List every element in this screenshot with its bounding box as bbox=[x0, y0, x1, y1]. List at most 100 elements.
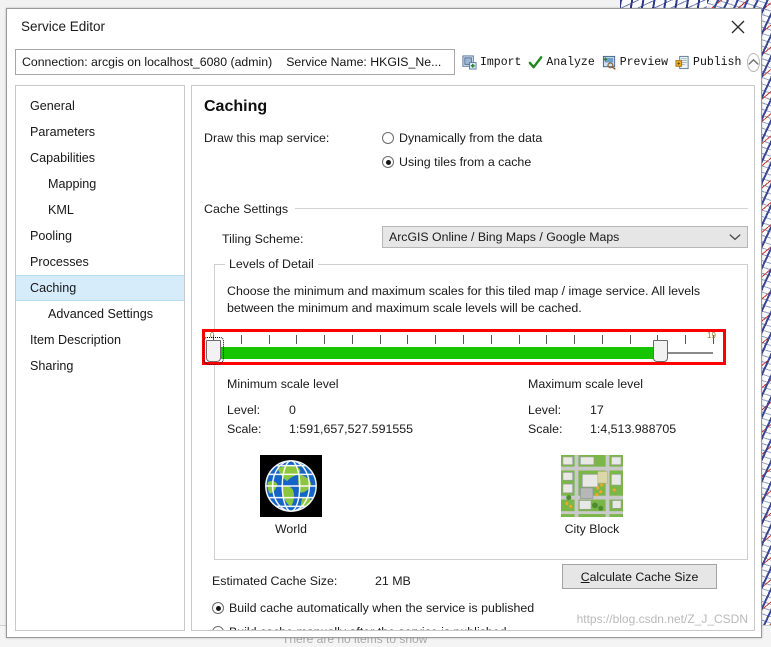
maximum-scale-value: 1:4,513.988705 bbox=[590, 421, 677, 436]
slider-tick bbox=[296, 335, 298, 344]
analyze-button[interactable]: Analyze bbox=[528, 55, 595, 70]
chevron-down-icon bbox=[729, 230, 741, 244]
minimum-level-key: Level: bbox=[227, 402, 261, 417]
calculate-button-mnemonic: C bbox=[580, 569, 590, 584]
slider-min-handle[interactable] bbox=[203, 337, 224, 365]
close-icon[interactable] bbox=[721, 13, 755, 41]
tiling-scheme-select[interactable]: ArcGIS Online / Bing Maps / Google Maps bbox=[382, 226, 748, 248]
sidebar-item-label: Parameters bbox=[30, 125, 96, 139]
sidebar-item-label: Caching bbox=[30, 281, 77, 295]
import-label: Import bbox=[480, 55, 522, 69]
city-block-thumbnail-caption: City Block bbox=[564, 522, 620, 536]
slider-tick bbox=[351, 335, 353, 344]
levels-of-detail-description: Choose the minimum and maximum scales fo… bbox=[227, 284, 701, 315]
minimum-level-value: 0 bbox=[289, 402, 296, 417]
levels-slider-highlight: 0 19 bbox=[202, 329, 726, 365]
world-thumbnail-cell: World bbox=[236, 455, 346, 536]
preview-label: Preview bbox=[619, 55, 669, 69]
levels-of-detail-legend: Levels of Detail bbox=[225, 257, 318, 271]
radio-indicator bbox=[382, 132, 394, 144]
radio-label: Build cache manually after the service i… bbox=[229, 625, 507, 630]
draw-service-options: Dynamically from the data Using tiles fr… bbox=[382, 128, 542, 176]
maximum-level-key: Level: bbox=[528, 402, 562, 417]
slider-tick bbox=[601, 335, 603, 344]
publish-button[interactable]: Publish bbox=[675, 55, 741, 70]
maximum-scale-key: Scale: bbox=[528, 421, 563, 436]
sidebar-item-capabilities[interactable]: Capabilities bbox=[16, 145, 184, 171]
radio-label: Using tiles from a cache bbox=[399, 155, 532, 169]
slider-tick bbox=[463, 335, 464, 344]
slider-ticks bbox=[205, 335, 723, 344]
radio-build-cache-manually[interactable]: Build cache manually after the service i… bbox=[212, 622, 534, 630]
globe-icon bbox=[260, 455, 322, 517]
sidebar-item-label: Mapping bbox=[48, 177, 97, 191]
estimated-cache-size-label: Estimated Cache Size: bbox=[212, 574, 338, 588]
slider-tick bbox=[324, 335, 326, 344]
sidebar-item-parameters[interactable]: Parameters bbox=[16, 119, 184, 145]
slider-tick bbox=[490, 335, 492, 344]
radio-build-cache-automatically[interactable]: Build cache automatically when the servi… bbox=[212, 598, 534, 618]
radio-indicator bbox=[212, 602, 224, 614]
minimum-scale-info: Minimum scale level Level: 0 Scale: 1:59… bbox=[227, 377, 413, 438]
minimum-scale-value: 1:591,657,527.591555 bbox=[289, 421, 414, 436]
sidebar-item-label: KML bbox=[48, 203, 74, 217]
radio-using-tiles-from-cache[interactable]: Using tiles from a cache bbox=[382, 152, 542, 172]
sidebar-item-label: Item Description bbox=[30, 333, 121, 347]
city-block-icon bbox=[561, 455, 623, 517]
caching-panel: Caching Draw this map service: Dynamical… bbox=[191, 85, 755, 631]
levels-of-detail-group: Levels of Detail Choose the minimum and … bbox=[202, 257, 748, 560]
calculate-button-label: alculate Cache Size bbox=[589, 569, 699, 584]
slider-max-handle[interactable] bbox=[653, 340, 669, 362]
import-icon bbox=[462, 54, 477, 70]
city-block-thumbnail-cell: City Block bbox=[537, 455, 647, 536]
sidebar-item-label: Sharing bbox=[30, 359, 74, 373]
checkmark-icon bbox=[529, 55, 543, 68]
connection-text: Connection: arcgis on localhost_6080 (ad… bbox=[22, 55, 273, 69]
chevron-up-icon[interactable] bbox=[747, 52, 761, 72]
sidebar-item-sharing[interactable]: Sharing bbox=[16, 353, 184, 379]
sidebar-item-processes[interactable]: Processes bbox=[16, 249, 184, 275]
settings-sidebar: General Parameters Capabilities Mapping … bbox=[15, 85, 185, 631]
sidebar-item-general[interactable]: General bbox=[16, 93, 184, 119]
cache-settings-divider bbox=[295, 208, 748, 209]
sidebar-item-pooling[interactable]: Pooling bbox=[16, 223, 184, 249]
sidebar-item-caching[interactable]: Caching bbox=[16, 275, 184, 301]
sidebar-item-label: Processes bbox=[30, 255, 89, 269]
service-name-text: Service Name: HKGIS_Ne... bbox=[286, 55, 442, 69]
radio-indicator bbox=[382, 156, 394, 168]
sidebar-item-label: General bbox=[30, 99, 75, 113]
sidebar-item-mapping[interactable]: Mapping bbox=[16, 171, 184, 197]
slider-min-tick-label: 0 bbox=[210, 331, 215, 340]
dialog-toolbar: Connection: arcgis on localhost_6080 (ad… bbox=[15, 45, 761, 79]
import-button[interactable]: Import bbox=[462, 54, 522, 70]
slider-tick bbox=[407, 335, 409, 344]
slider-tick bbox=[518, 335, 520, 344]
slider-tick bbox=[546, 335, 548, 344]
calculate-cache-size-button[interactable]: Calculate Cache Size bbox=[562, 564, 717, 589]
preview-button[interactable]: Preview bbox=[602, 55, 668, 70]
maximum-level-value: 17 bbox=[590, 402, 604, 417]
cache-settings-label: Cache Settings bbox=[204, 202, 289, 216]
sidebar-item-kml[interactable]: KML bbox=[16, 197, 184, 223]
maximum-scale-header: Maximum scale level bbox=[528, 377, 643, 391]
radio-indicator bbox=[212, 626, 224, 630]
slider-tick bbox=[435, 335, 437, 344]
tiling-scheme-label: Tiling Scheme: bbox=[222, 232, 304, 246]
connection-info-field[interactable]: Connection: arcgis on localhost_6080 (ad… bbox=[15, 49, 455, 75]
analyze-label: Analyze bbox=[546, 55, 595, 69]
sidebar-item-item-description[interactable]: Item Description bbox=[16, 327, 184, 353]
slider-max-tick-label: 19 bbox=[707, 331, 716, 340]
slider-selected-range bbox=[213, 347, 661, 359]
tiling-scheme-value: ArcGIS Online / Bing Maps / Google Maps bbox=[389, 230, 620, 244]
radio-label: Dynamically from the data bbox=[399, 131, 543, 145]
preview-icon bbox=[602, 55, 616, 70]
page-title: Caching bbox=[204, 98, 268, 115]
radio-dynamically-from-data[interactable]: Dynamically from the data bbox=[382, 128, 542, 148]
slider-tick bbox=[268, 335, 270, 344]
slider-tick bbox=[685, 335, 687, 344]
watermark: https://blog.csdn.net/Z_J_CSDN bbox=[576, 612, 748, 626]
sidebar-item-label: Capabilities bbox=[30, 151, 96, 165]
dialog-body: General Parameters Capabilities Mapping … bbox=[15, 85, 755, 631]
sidebar-item-advanced-settings[interactable]: Advanced Settings bbox=[16, 301, 184, 327]
dialog-title: Service Editor bbox=[21, 19, 106, 34]
